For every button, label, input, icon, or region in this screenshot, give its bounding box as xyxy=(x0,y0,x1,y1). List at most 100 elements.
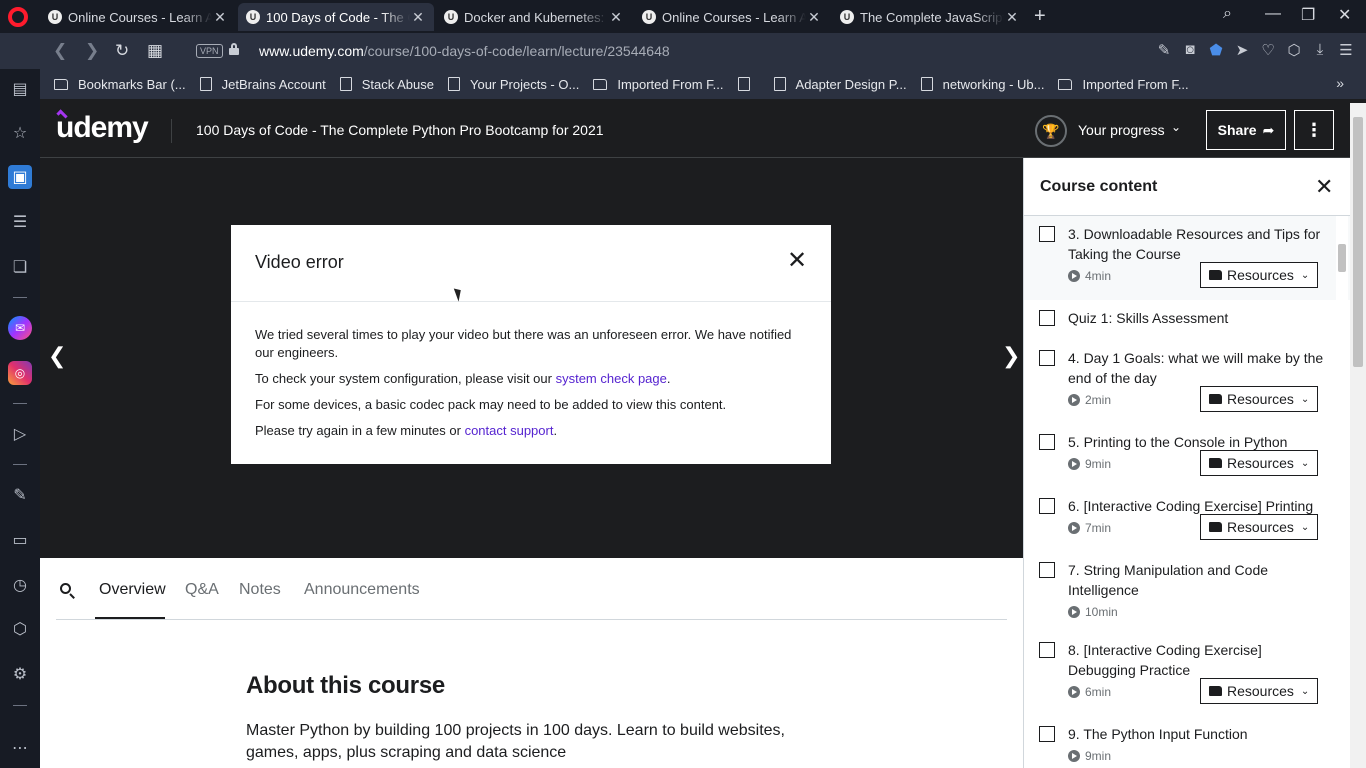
tab-title: 100 Days of Code - The Complete xyxy=(266,9,410,25)
share-button[interactable]: Share ➦ xyxy=(1206,110,1286,150)
resources-dropdown-button[interactable]: Resources ⌄ xyxy=(1200,262,1318,288)
lecture-item[interactable]: 4. Day 1 Goals: what we will make by the… xyxy=(1024,340,1350,424)
browser-tab[interactable]: U 100 Days of Code - The Complete✕ xyxy=(238,3,434,31)
minimize-icon[interactable]: — xyxy=(1265,5,1281,23)
edit-icon[interactable]: ✎ xyxy=(1156,41,1172,59)
course-title[interactable]: 100 Days of Code - The Complete Python P… xyxy=(196,122,604,138)
heart-icon[interactable]: ♡ xyxy=(1260,41,1276,59)
more-options-button[interactable]: ⋮ xyxy=(1294,110,1334,150)
tab-notes[interactable]: Notes xyxy=(239,581,281,599)
back-arrow-icon[interactable]: ❮ xyxy=(53,41,67,61)
reload-icon[interactable]: ↻ xyxy=(115,41,129,61)
forward-arrow-icon[interactable]: ❯ xyxy=(85,41,99,61)
more-dots-icon[interactable]: ⋯ xyxy=(8,736,32,760)
pinboard-icon[interactable]: ▤ xyxy=(8,77,32,101)
workspace-icon[interactable]: ▣ xyxy=(8,165,32,189)
window-close-icon[interactable]: ✕ xyxy=(1338,5,1351,25)
resources-dropdown-button[interactable]: Resources ⌄ xyxy=(1200,514,1318,540)
next-lecture-arrow-icon[interactable]: ❯ xyxy=(1002,343,1020,369)
bookmark-item[interactable]: Imported From F... xyxy=(1058,77,1189,92)
bookmark-item[interactable]: Stack Abuse xyxy=(339,77,434,92)
page-scrollbar[interactable] xyxy=(1350,103,1366,768)
contact-support-link[interactable]: contact support xyxy=(465,423,554,438)
browser-tab[interactable]: U Online Courses - Learn Anything✕ xyxy=(634,3,830,31)
reading-list-icon[interactable]: ❏ xyxy=(8,255,32,279)
bookmark-item[interactable]: Bookmarks Bar (... xyxy=(54,77,186,92)
lecture-item[interactable]: 6. [Interactive Coding Exercise] Printin… xyxy=(1024,488,1350,552)
trophy-icon[interactable]: 🏆 xyxy=(1035,115,1067,147)
bookmarks-star-icon[interactable]: ☆ xyxy=(8,121,32,145)
browser-tab[interactable]: U The Complete JavaScript Course✕ xyxy=(832,3,1028,31)
search-icon[interactable] xyxy=(60,583,76,599)
panel-scrollbar[interactable] xyxy=(1336,216,1348,768)
tab-qa[interactable]: Q&A xyxy=(185,581,219,599)
bookmark-item[interactable]: networking - Ub... xyxy=(920,77,1044,92)
previous-lecture-arrow-icon[interactable]: ❮ xyxy=(48,343,66,369)
browser-tab[interactable]: U Online Courses - Learn Anything✕ xyxy=(40,3,236,31)
lecture-checkbox[interactable] xyxy=(1039,726,1055,742)
instagram-icon[interactable]: ◎ xyxy=(8,361,32,385)
lecture-item[interactable]: 5. Printing to the Console in Python 9min… xyxy=(1024,424,1350,488)
tab-close-icon[interactable]: ✕ xyxy=(410,9,426,26)
progress-label[interactable]: Your progress xyxy=(1078,122,1165,138)
extensions-cube-icon[interactable]: ⬡ xyxy=(8,617,32,641)
lecture-item[interactable]: 3. Downloadable Resources and Tips for T… xyxy=(1024,216,1350,300)
browser-tab[interactable]: U Docker and Kubernetes: The Complete✕ xyxy=(436,3,632,31)
lecture-checkbox[interactable] xyxy=(1039,642,1055,658)
maximize-icon[interactable]: ❐ xyxy=(1301,5,1315,25)
cube-icon[interactable]: ⬡ xyxy=(1286,41,1302,59)
resources-dropdown-button[interactable]: Resources ⌄ xyxy=(1200,450,1318,476)
panel-close-icon[interactable]: ✕ xyxy=(1315,174,1333,200)
bookmark-item[interactable]: JetBrains Account xyxy=(199,77,326,92)
tab-overview[interactable]: Overview xyxy=(99,581,166,599)
system-check-link[interactable]: system check page xyxy=(556,371,667,386)
panel-scroll-thumb[interactable] xyxy=(1338,244,1346,272)
chevron-down-icon[interactable]: ⌄ xyxy=(1171,120,1181,134)
shield-icon[interactable]: ⬟ xyxy=(1208,41,1224,59)
modal-close-icon[interactable]: ✕ xyxy=(787,249,807,273)
messenger-icon[interactable]: ✉ xyxy=(8,316,32,340)
lecture-item[interactable]: 7. String Manipulation and Code Intellig… xyxy=(1024,552,1350,632)
search-tabs-icon[interactable]: ⌕ xyxy=(1223,5,1232,23)
resources-dropdown-button[interactable]: Resources ⌄ xyxy=(1200,678,1318,704)
bookmark-item[interactable]: Your Projects - O... xyxy=(447,77,579,92)
tab-close-icon[interactable]: ✕ xyxy=(1004,9,1020,26)
vpn-badge[interactable]: VPN xyxy=(196,44,223,58)
lecture-checkbox[interactable] xyxy=(1039,350,1055,366)
lecture-checkbox[interactable] xyxy=(1039,310,1055,326)
lecture-checkbox[interactable] xyxy=(1039,562,1055,578)
page-scroll-thumb[interactable] xyxy=(1353,117,1363,367)
bookmarks-more-icon[interactable]: » xyxy=(1336,75,1344,91)
settings-gear-icon[interactable]: ⚙ xyxy=(8,662,32,686)
send-icon[interactable]: ➤ xyxy=(1234,41,1250,59)
url-field[interactable]: www.udemy.com/course/100-days-of-code/le… xyxy=(259,43,670,59)
lecture-item[interactable]: 8. [Interactive Coding Exercise] Debuggi… xyxy=(1024,632,1350,716)
bookmark-item[interactable]: Imported From F... xyxy=(593,77,724,92)
lecture-checkbox[interactable] xyxy=(1039,434,1055,450)
tab-close-icon[interactable]: ✕ xyxy=(806,9,822,26)
list-icon[interactable]: ☰ xyxy=(8,210,32,234)
history-icon[interactable]: ◷ xyxy=(8,573,32,597)
easy-setup-icon[interactable]: ☰ xyxy=(1338,41,1354,59)
new-tab-plus-icon[interactable]: + xyxy=(1034,5,1046,28)
player-icon[interactable]: ▷ xyxy=(8,422,32,446)
lock-icon[interactable] xyxy=(229,43,239,55)
speed-dial-grid-icon[interactable]: ▦ xyxy=(147,41,163,61)
duration-text: 4min xyxy=(1085,269,1112,283)
tab-announcements[interactable]: Announcements xyxy=(304,581,420,599)
resources-dropdown-button[interactable]: Resources ⌄ xyxy=(1200,386,1318,412)
bookmark-item[interactable]: Adapter Design P... xyxy=(773,77,907,92)
udemy-logo[interactable]: udemy xyxy=(56,111,149,145)
camera-icon[interactable]: ◙ xyxy=(1182,41,1198,59)
opera-logo-icon[interactable] xyxy=(8,7,28,27)
download-icon[interactable]: ⤓ xyxy=(1312,41,1328,59)
lecture-item[interactable]: 9. The Python Input Function 9min xyxy=(1024,716,1350,768)
pen-icon[interactable]: ✎ xyxy=(8,483,32,507)
tab-close-icon[interactable]: ✕ xyxy=(212,9,228,26)
bookmark-item[interactable] xyxy=(737,77,760,91)
tab-close-icon[interactable]: ✕ xyxy=(608,9,624,26)
lecture-item[interactable]: Quiz 1: Skills Assessment xyxy=(1024,300,1350,340)
flow-icon[interactable]: ▭ xyxy=(8,528,32,552)
lecture-checkbox[interactable] xyxy=(1039,226,1055,242)
lecture-checkbox[interactable] xyxy=(1039,498,1055,514)
